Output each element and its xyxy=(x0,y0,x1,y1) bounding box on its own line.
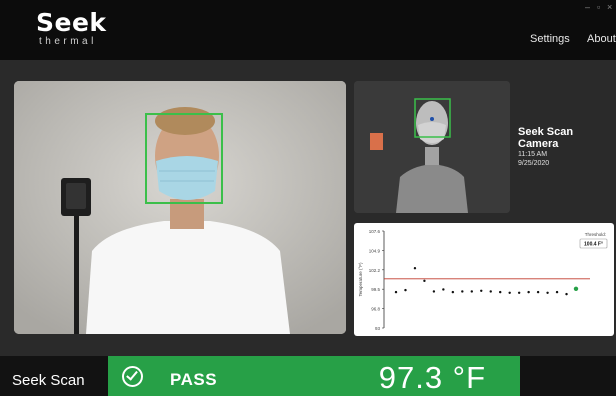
top-bar: Seek thermal – ▫ × Settings About xyxy=(0,0,616,60)
data-point xyxy=(489,290,492,293)
data-point xyxy=(573,286,579,292)
nav-settings[interactable]: Settings xyxy=(530,33,570,45)
data-point xyxy=(555,290,559,294)
data-point xyxy=(546,291,549,294)
data-point xyxy=(461,290,464,293)
maximize-icon[interactable]: ▫ xyxy=(597,2,600,12)
data-point xyxy=(432,290,436,293)
data-point xyxy=(451,290,455,294)
threshold-value: 100.4 F° xyxy=(584,242,603,248)
data-point xyxy=(499,290,502,294)
y-tick-label: 99.5 xyxy=(371,287,380,292)
close-icon[interactable]: × xyxy=(607,2,612,12)
check-circle-icon xyxy=(122,366,143,387)
data-point xyxy=(413,267,417,270)
seek-scan-brand: Seek Scan xyxy=(12,372,85,389)
threshold-label: Threshold: xyxy=(585,232,606,237)
temperature-chart: 107.6 104.9 102.2 99.5 96.8 93 Temperature (°F… xyxy=(354,223,614,336)
camera-date: 9/25/2020 xyxy=(518,160,550,167)
camera-info: Seek Scan Camera 11:15 AM 9/25/2020 xyxy=(518,126,616,168)
chart-svg: 107.6 104.9 102.2 99.5 96.8 93 Temperature (°F… xyxy=(358,229,608,331)
logo-subtext: thermal xyxy=(39,36,97,47)
thermal-feed xyxy=(354,81,510,213)
y-tick-label: 104.9 xyxy=(369,248,381,253)
thermal-image xyxy=(354,81,510,213)
logo-text: Seek xyxy=(36,8,107,37)
data-point xyxy=(536,290,540,294)
temperature-reading: 97.3 °F xyxy=(378,360,486,395)
data-point xyxy=(517,291,521,294)
data-point xyxy=(470,290,473,293)
data-point xyxy=(565,292,568,296)
data-point xyxy=(527,290,530,294)
camera-image xyxy=(14,81,346,334)
data-point xyxy=(508,291,511,294)
y-tick-label: 96.8 xyxy=(371,307,380,312)
camera-time: 11:15 AM xyxy=(518,151,548,158)
status-banner: PASS 97.3 °F xyxy=(108,356,520,396)
camera-feed xyxy=(14,81,346,334)
minimize-icon[interactable]: – xyxy=(585,2,590,12)
data-point xyxy=(480,289,483,292)
heat-source-marker xyxy=(370,133,383,150)
y-tick-label: 93 xyxy=(375,326,381,331)
status-text: PASS xyxy=(170,370,218,389)
nav-about[interactable]: About xyxy=(587,33,616,45)
data-point xyxy=(404,288,407,292)
data-point xyxy=(394,290,398,294)
y-tick-label: 102.2 xyxy=(369,268,381,273)
seek-thermal-logo: Seek thermal xyxy=(36,10,107,48)
y-tick-label: 107.6 xyxy=(369,229,381,234)
y-axis-label: Temperature (°F) xyxy=(358,262,363,297)
data-point xyxy=(423,279,426,283)
data-point xyxy=(442,288,445,291)
camera-name: Seek Scan Camera xyxy=(518,126,574,150)
